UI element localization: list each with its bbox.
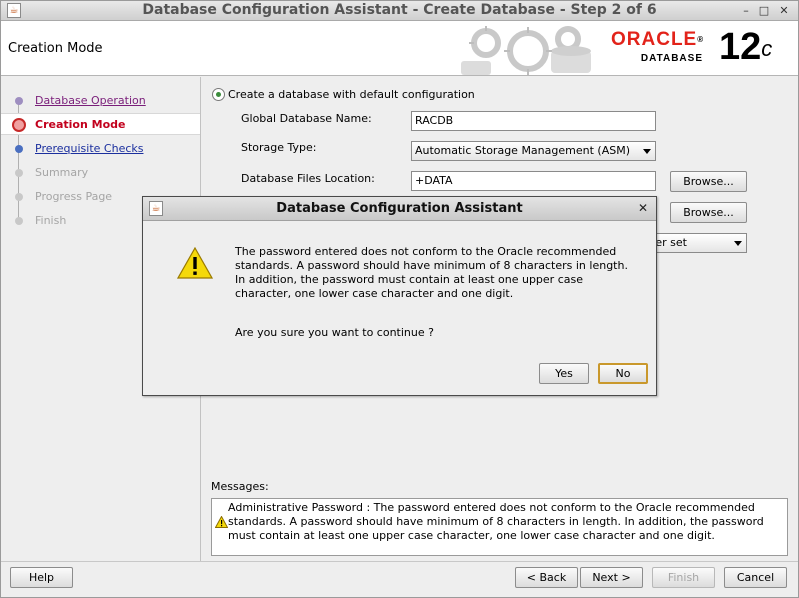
dialog-title: Database Configuration Assistant <box>276 201 523 216</box>
dbca-window: ☕ Database Configuration Assistant - Cre… <box>0 0 799 598</box>
step-label: Summary <box>35 166 89 179</box>
finish-button: Finish <box>652 567 715 588</box>
no-button[interactable]: No <box>598 363 648 384</box>
back-button[interactable]: < Back <box>515 567 578 588</box>
step-database-operation[interactable]: Database Operation <box>1 90 200 112</box>
step-current-icon <box>12 118 26 132</box>
version-number: 12 <box>719 26 762 68</box>
help-button[interactable]: Help <box>10 567 73 588</box>
dialog-message: The password entered does not conform to… <box>235 245 628 300</box>
step-creation-mode[interactable]: Creation Mode <box>1 113 200 135</box>
step-disabled-icon <box>15 193 23 201</box>
step-summary: Summary <box>1 162 200 184</box>
storage-type-value: Automatic Storage Management (ASM) <box>415 144 630 157</box>
next-button[interactable]: Next > <box>580 567 643 588</box>
dropdown-arrow-icon <box>734 241 742 246</box>
step-label: Prerequisite Checks <box>35 142 144 155</box>
dropdown-arrow-icon <box>643 149 651 154</box>
step-label: Creation Mode <box>35 118 126 131</box>
window-title: Database Configuration Assistant - Creat… <box>142 2 657 18</box>
messages-box: Administrative Password : The password e… <box>211 498 788 556</box>
page-title: Creation Mode <box>8 41 103 56</box>
browse-button-2[interactable]: Browse... <box>670 202 747 223</box>
dialog-question: Are you sure you want to continue ? <box>235 326 434 339</box>
registered-mark: ® <box>697 35 705 44</box>
dialog-title-bar[interactable]: ☕ Database Configuration Assistant ✕ <box>143 197 656 221</box>
radio-label: Create a database with default configura… <box>228 87 475 101</box>
db-files-location-label: Database Files Location: <box>241 172 375 185</box>
page-header: Creation Mode ORACLE® DATABASE 12c <box>1 21 798 76</box>
browse-button[interactable]: Browse... <box>670 171 747 192</box>
global-db-name-field[interactable]: RACDB <box>411 111 656 131</box>
step-label: Database Operation <box>35 94 146 107</box>
radio-selected-icon[interactable] <box>212 87 225 101</box>
warning-icon <box>177 247 213 279</box>
footer-divider <box>1 561 798 562</box>
global-db-name-label: Global Database Name: <box>241 112 372 125</box>
step-disabled-icon <box>15 217 23 225</box>
oracle-brand-text: ORACLE <box>611 29 698 50</box>
oracle-db-text: DATABASE <box>640 53 703 64</box>
messages-text: Administrative Password : The password e… <box>228 501 764 542</box>
storage-type-label: Storage Type: <box>241 141 317 154</box>
warning-icon <box>215 516 228 528</box>
step-prerequisite-checks[interactable]: Prerequisite Checks <box>1 138 200 160</box>
step-label: Progress Page <box>35 190 113 203</box>
default-config-radio[interactable]: Create a database with default configura… <box>212 87 475 101</box>
step-label: Finish <box>35 214 67 227</box>
version-suffix: c <box>761 36 773 61</box>
minimize-icon[interactable]: – <box>738 3 754 19</box>
password-warning-dialog: ☕ Database Configuration Assistant ✕ The… <box>142 196 657 396</box>
storage-type-select[interactable]: Automatic Storage Management (ASM) <box>411 141 656 161</box>
oracle-logo: ORACLE® DATABASE <box>611 29 711 65</box>
gears-graphic-icon <box>461 26 591 75</box>
version-badge: 12c <box>719 25 772 69</box>
step-done-icon <box>15 97 23 105</box>
yes-button[interactable]: Yes <box>539 363 589 384</box>
db-files-location-field[interactable]: +DATA <box>411 171 656 191</box>
maximize-icon[interactable]: □ <box>756 3 772 19</box>
messages-label: Messages: <box>211 480 269 493</box>
cancel-button[interactable]: Cancel <box>724 567 787 588</box>
dialog-close-icon[interactable]: ✕ <box>638 201 648 215</box>
close-icon[interactable]: ✕ <box>776 3 792 19</box>
step-disabled-icon <box>15 169 23 177</box>
step-pending-icon <box>15 145 23 153</box>
title-bar[interactable]: ☕ Database Configuration Assistant - Cre… <box>1 1 798 21</box>
